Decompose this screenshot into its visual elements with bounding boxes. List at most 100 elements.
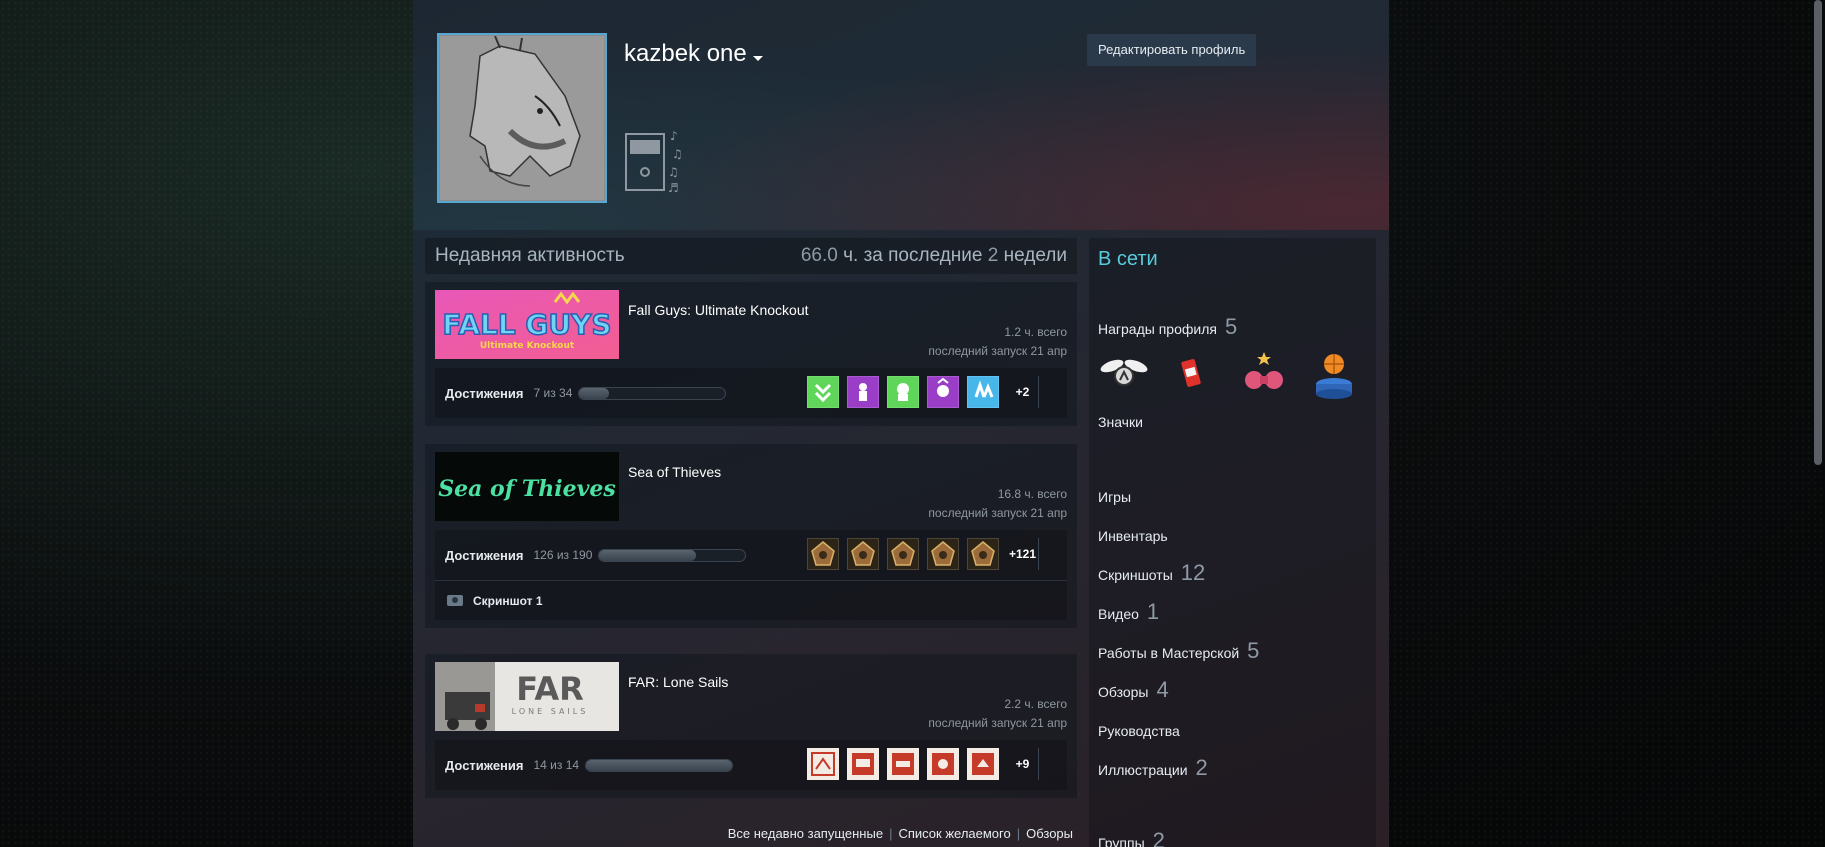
game-title[interactable]: Sea of Thieves bbox=[628, 464, 721, 480]
fall-guys-subtitle: Ultimate Knockout bbox=[480, 341, 575, 351]
music-player-icon: ♪ ♫ ♫ ♬ bbox=[625, 129, 683, 195]
far-lone-sails-capsule-image: FAR LONE SAILS bbox=[435, 662, 619, 731]
achievements-label: Достижения bbox=[445, 547, 524, 563]
boxing-gloves-award-icon[interactable] bbox=[1238, 348, 1290, 400]
avatar[interactable] bbox=[437, 33, 607, 203]
sea-of-thieves-logo-text: Sea of Thieves bbox=[438, 476, 615, 502]
workshop-link[interactable]: Работы в Мастерской 5 bbox=[1098, 638, 1259, 664]
achievement-icon[interactable] bbox=[847, 538, 879, 570]
tomato-can-award-icon[interactable] bbox=[1168, 348, 1220, 400]
achievement-icon[interactable] bbox=[927, 538, 959, 570]
svg-text:♬: ♬ bbox=[668, 181, 679, 195]
profile-awards-link[interactable]: Награды профиля 5 bbox=[1098, 314, 1237, 340]
chevron-down-icon[interactable] bbox=[752, 55, 763, 61]
svg-text:♫: ♫ bbox=[668, 165, 679, 179]
far-subtitle: LONE SAILS bbox=[512, 707, 589, 716]
page-scrollbar[interactable] bbox=[1814, 0, 1822, 465]
profile-sidebar: В сети Награды профиля 5 Значки Игры Инв… bbox=[1089, 238, 1376, 847]
games-link[interactable]: Игры bbox=[1098, 489, 1131, 505]
screenshot-label: Скриншот 1 bbox=[473, 593, 543, 608]
game-title[interactable]: Fall Guys: Ultimate Knockout bbox=[628, 302, 809, 318]
achievement-icon[interactable] bbox=[967, 538, 999, 570]
game-title[interactable]: FAR: Lone Sails bbox=[628, 674, 728, 690]
videos-label: Видео bbox=[1098, 606, 1139, 622]
activity-hours: 66.0 ч. за последние 2 недели bbox=[801, 245, 1067, 267]
achievements-row[interactable]: Достижения 7 из 34 +2 bbox=[435, 368, 1067, 418]
screenshots-count: 12 bbox=[1180, 560, 1206, 585]
game-last-played: последний запуск 21 апр bbox=[928, 344, 1067, 358]
achievements-progress-bar bbox=[585, 758, 734, 772]
game-block-far-lone-sails: FAR LONE SAILS FAR: Lone Sails 2.2 ч. вс… bbox=[425, 654, 1077, 798]
artwork-link[interactable]: Иллюстрации 2 bbox=[1098, 755, 1208, 781]
achievement-icon[interactable] bbox=[967, 376, 999, 408]
inventory-label: Инвентарь bbox=[1098, 528, 1168, 544]
screenshot-row[interactable]: Скриншот 1 bbox=[435, 580, 1067, 620]
reviews-link[interactable]: Обзоры bbox=[1020, 826, 1079, 841]
svg-text:♪: ♪ bbox=[670, 129, 678, 143]
achievements-count: 7 из 34 bbox=[533, 386, 573, 400]
achievements-more[interactable]: +9 bbox=[1007, 748, 1039, 780]
videos-link[interactable]: Видео 1 bbox=[1098, 599, 1159, 625]
games-label: Игры bbox=[1098, 489, 1132, 505]
username[interactable]: kazbek one bbox=[624, 40, 763, 68]
achievements-row[interactable]: Достижения 14 из 14 +9 bbox=[435, 740, 1067, 790]
camera-icon bbox=[447, 595, 463, 606]
fall-guys-logo-text: FALL GUYS bbox=[442, 308, 611, 341]
game-total-hours: 2.2 ч. всего bbox=[1004, 697, 1067, 711]
achievement-icon[interactable] bbox=[967, 748, 999, 780]
workshop-label: Работы в Мастерской bbox=[1098, 645, 1240, 661]
horse-sketch-icon bbox=[440, 36, 604, 200]
achievement-icon[interactable] bbox=[927, 376, 959, 408]
groups-link[interactable]: Группы 2 bbox=[1098, 828, 1165, 847]
achievement-icon[interactable] bbox=[927, 748, 959, 780]
achievement-icon[interactable] bbox=[807, 376, 839, 408]
game-block-fall-guys: FALL GUYS Ultimate Knockout Fall Guys: U… bbox=[425, 282, 1077, 426]
achievement-icon[interactable] bbox=[847, 376, 879, 408]
artwork-count: 2 bbox=[1195, 755, 1208, 780]
game-total-hours: 16.8 ч. всего bbox=[997, 487, 1067, 501]
screenshots-link[interactable]: Скриншоты 12 bbox=[1098, 560, 1205, 586]
achievement-icon[interactable] bbox=[887, 538, 919, 570]
achievement-icon[interactable] bbox=[807, 538, 839, 570]
far-logo-text: FAR bbox=[516, 670, 584, 708]
artwork-label: Иллюстрации bbox=[1098, 762, 1188, 778]
edit-profile-button[interactable]: Редактировать профиль bbox=[1087, 34, 1257, 66]
achievements-more[interactable]: +121 bbox=[1007, 538, 1039, 570]
sea-of-thieves-capsule-image: Sea of Thieves bbox=[435, 452, 619, 521]
groups-count: 2 bbox=[1152, 828, 1165, 847]
achievement-icon[interactable] bbox=[847, 748, 879, 780]
videos-count: 1 bbox=[1146, 599, 1160, 624]
weeks-label: недели bbox=[1003, 245, 1067, 266]
achievement-icons: +9 bbox=[807, 748, 1039, 780]
awards-label: Награды профиля bbox=[1098, 321, 1217, 337]
fall-guys-capsule-image: FALL GUYS Ultimate Knockout bbox=[435, 290, 619, 359]
game-capsule-sea-of-thieves[interactable]: Sea of Thieves bbox=[435, 452, 619, 521]
badges-link[interactable]: Значки bbox=[1098, 414, 1143, 430]
wishlist-link[interactable]: Список желаемого bbox=[892, 826, 1016, 841]
achievements-count: 14 из 14 bbox=[533, 758, 580, 772]
guides-link[interactable]: Руководства bbox=[1098, 723, 1180, 739]
badges-label: Значки bbox=[1098, 414, 1143, 430]
inventory-link[interactable]: Инвентарь bbox=[1098, 528, 1168, 544]
reviews-sidebar-link[interactable]: Обзоры 4 bbox=[1098, 677, 1169, 703]
achievements-more[interactable]: +2 bbox=[1007, 376, 1039, 408]
achievement-icons: +121 bbox=[807, 538, 1039, 570]
basketball-trophy-award-icon[interactable] bbox=[1308, 348, 1360, 400]
game-capsule-far-lone-sails[interactable]: FAR LONE SAILS bbox=[435, 662, 619, 731]
recent-activity-section: Недавняя активность 66.0 ч. за последние… bbox=[425, 238, 1077, 798]
achievements-row[interactable]: Достижения 126 из 190 +121 bbox=[435, 530, 1067, 580]
achievements-progress-bar bbox=[578, 386, 727, 400]
achievement-icon[interactable] bbox=[887, 376, 919, 408]
achievements-label: Достижения bbox=[445, 385, 524, 401]
achievement-icon[interactable] bbox=[807, 748, 839, 780]
game-stats: 16.8 ч. всего последний запуск 21 апр bbox=[928, 485, 1067, 523]
game-total-hours: 1.2 ч. всего bbox=[1004, 325, 1067, 339]
achievement-icon[interactable] bbox=[887, 748, 919, 780]
winged-award-icon[interactable] bbox=[1098, 348, 1150, 400]
recent-games-link[interactable]: Все недавно запущенные bbox=[722, 826, 889, 841]
achievement-icons: +2 bbox=[807, 376, 1039, 408]
activity-title: Недавняя активность bbox=[435, 245, 625, 266]
online-status: В сети bbox=[1098, 248, 1158, 270]
game-capsule-fall-guys[interactable]: FALL GUYS Ultimate Knockout bbox=[435, 290, 619, 359]
game-last-played: последний запуск 21 апр bbox=[928, 506, 1067, 520]
